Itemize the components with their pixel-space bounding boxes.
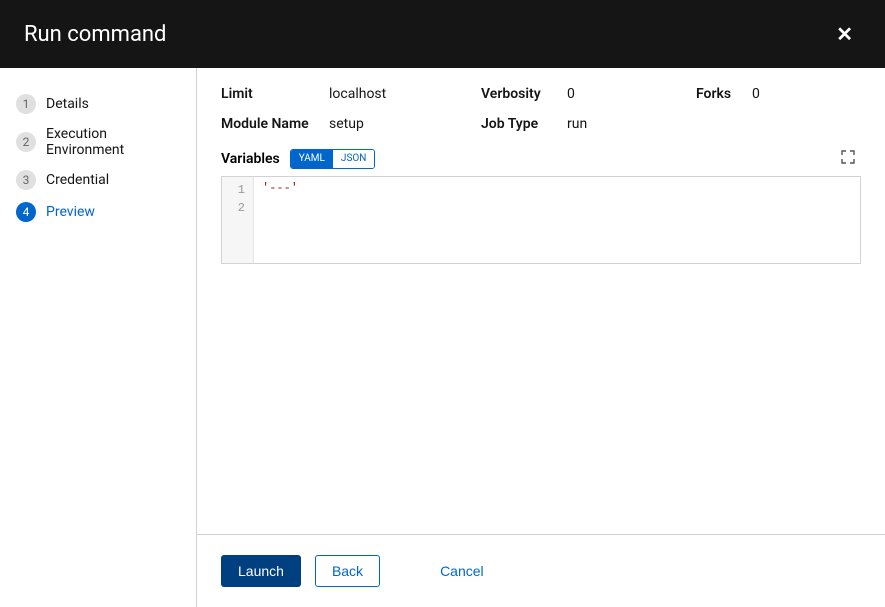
step-credential[interactable]: 3 Credential: [16, 164, 180, 196]
step-label: Execution Environment: [46, 126, 180, 158]
detail-value: setup: [329, 116, 364, 132]
step-number: 3: [16, 170, 36, 190]
code-content[interactable]: '---': [254, 177, 860, 263]
expand-icon[interactable]: [835, 148, 861, 170]
step-label: Credential: [46, 172, 109, 188]
detail-value: 0: [752, 86, 760, 102]
step-number: 2: [16, 132, 36, 152]
detail-jobtype: Job Type run: [481, 116, 696, 132]
wizard-sidebar: 1 Details 2 Execution Environment 3 Cred…: [0, 68, 197, 607]
gutter-line: 2: [230, 199, 245, 217]
modal-title: Run command: [24, 22, 166, 47]
step-details[interactable]: 1 Details: [16, 88, 180, 120]
modal-body: 1 Details 2 Execution Environment 3 Cred…: [0, 68, 885, 607]
back-button[interactable]: Back: [315, 555, 380, 587]
detail-label: Job Type: [481, 116, 551, 132]
content-area: Limit localhost Verbosity 0 Forks 0 Modu…: [197, 68, 885, 534]
toggle-json-button[interactable]: JSON: [333, 150, 374, 168]
main-panel: Limit localhost Verbosity 0 Forks 0 Modu…: [197, 68, 885, 607]
step-preview[interactable]: 4 Preview: [16, 196, 180, 228]
detail-label: Forks: [696, 86, 736, 102]
detail-label: Limit: [221, 86, 313, 102]
detail-forks: Forks 0: [696, 86, 861, 102]
step-label: Details: [46, 96, 89, 112]
detail-label: Module Name: [221, 116, 313, 132]
code-line: '---': [262, 181, 298, 195]
format-toggle: YAML JSON: [290, 149, 376, 169]
detail-value: 0: [567, 86, 575, 102]
modal-footer: Launch Back Cancel: [197, 534, 885, 607]
detail-module: Module Name setup: [221, 116, 481, 132]
detail-label: Verbosity: [481, 86, 551, 102]
cancel-button[interactable]: Cancel: [424, 556, 500, 586]
close-icon[interactable]: ✕: [828, 18, 861, 50]
step-execution-environment[interactable]: 2 Execution Environment: [16, 120, 180, 164]
step-label: Preview: [46, 204, 95, 220]
detail-verbosity: Verbosity 0: [481, 86, 696, 102]
modal-header: Run command ✕: [0, 0, 885, 68]
step-number: 1: [16, 94, 36, 114]
toggle-yaml-button[interactable]: YAML: [291, 150, 333, 168]
code-editor[interactable]: 1 2 '---': [221, 176, 861, 264]
variables-left: Variables YAML JSON: [221, 149, 375, 169]
code-gutter: 1 2: [222, 177, 254, 263]
detail-value: localhost: [329, 86, 386, 102]
detail-limit: Limit localhost: [221, 86, 481, 102]
step-number: 4: [16, 202, 36, 222]
launch-button[interactable]: Launch: [221, 555, 301, 587]
variables-row: Variables YAML JSON: [221, 148, 861, 170]
details-grid: Limit localhost Verbosity 0 Forks 0 Modu…: [221, 86, 861, 132]
gutter-line: 1: [230, 181, 245, 199]
variables-label: Variables: [221, 151, 280, 167]
detail-value: run: [567, 116, 587, 132]
